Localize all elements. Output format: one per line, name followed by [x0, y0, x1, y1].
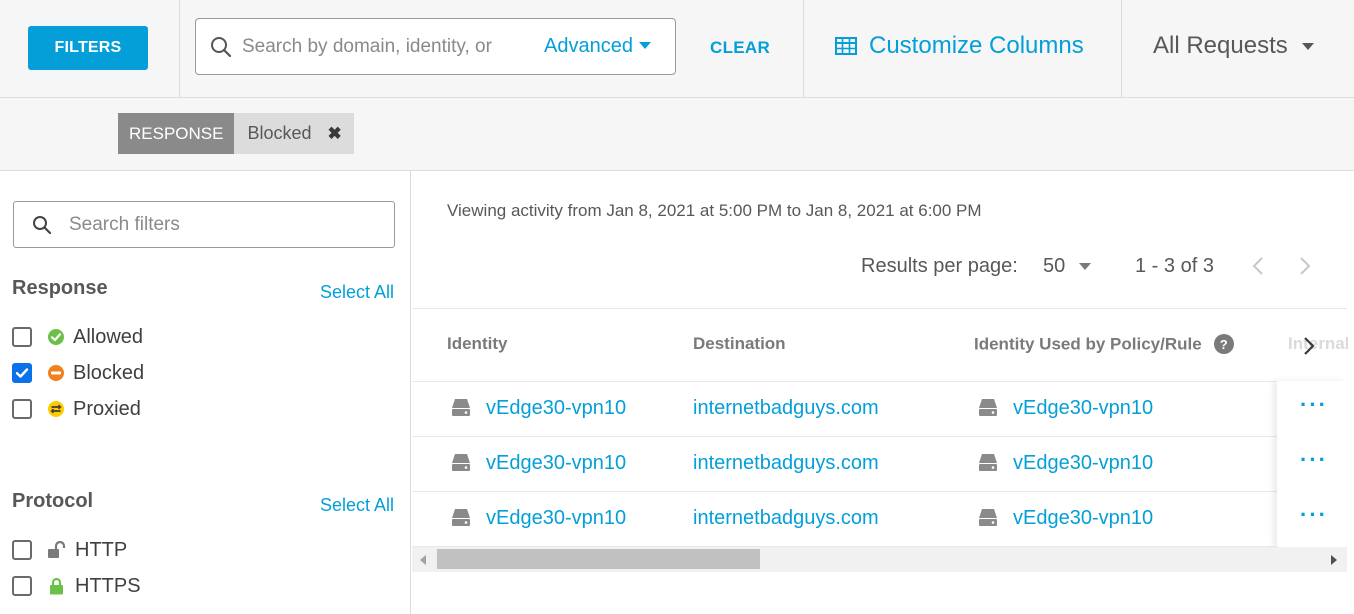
search-input[interactable] — [242, 29, 530, 65]
column-header-identity[interactable]: Identity — [447, 334, 507, 354]
advanced-search-dropdown[interactable]: Advanced — [544, 35, 651, 58]
chevron-down-icon — [1079, 263, 1092, 270]
protocol-select-all-link[interactable]: Select All — [320, 495, 394, 516]
policy-identity-link[interactable]: vEdge30-vpn10 — [1013, 507, 1153, 530]
more-actions-icon[interactable]: ··· — [1300, 447, 1328, 473]
toolbar-divider — [803, 0, 804, 97]
http-checkbox[interactable] — [12, 540, 32, 560]
server-icon — [979, 399, 997, 416]
horizontal-scrollbar[interactable] — [412, 547, 1347, 572]
response-section-title: Response — [12, 277, 108, 299]
allowed-checkbox[interactable] — [12, 327, 32, 347]
minus-circle-icon — [48, 365, 64, 381]
filter-option-https: HTTPS — [12, 574, 141, 598]
search-filters-box — [13, 201, 395, 248]
identity-link[interactable]: vEdge30-vpn10 — [486, 452, 626, 475]
protocol-section-title: Protocol — [12, 490, 94, 512]
column-header-destination[interactable]: Destination — [693, 334, 786, 354]
chevron-right-icon[interactable] — [1297, 254, 1313, 278]
policy-identity-link[interactable]: vEdge30-vpn10 — [1013, 397, 1153, 420]
search-box: Advanced — [195, 18, 676, 75]
destination-link[interactable]: internetbadguys.com — [693, 507, 879, 530]
more-actions-icon[interactable]: ··· — [1300, 392, 1328, 418]
more-actions-icon[interactable]: ··· — [1300, 502, 1328, 528]
request-scope-dropdown[interactable]: All Requests — [1153, 32, 1314, 60]
results-per-page-dropdown[interactable]: 50 — [1043, 255, 1092, 278]
server-icon — [452, 454, 470, 471]
search-icon — [33, 216, 52, 235]
filters-sidebar: Response Select All Allowed Blocked Prox… — [0, 171, 411, 614]
filter-option-http: HTTP — [12, 538, 127, 562]
lock-icon — [50, 577, 63, 595]
allowed-label: Allowed — [73, 325, 144, 348]
column-header-policy-identity-label: Identity Used by Policy/Rule — [974, 334, 1202, 354]
filter-chip-key: RESPONSE — [118, 113, 235, 154]
https-checkbox[interactable] — [12, 576, 32, 596]
destination-link[interactable]: internetbadguys.com — [693, 397, 879, 420]
proxied-label: Proxied — [73, 397, 141, 420]
destination-link[interactable]: internetbadguys.com — [693, 452, 879, 475]
filter-option-blocked: Blocked — [12, 361, 144, 385]
identity-link[interactable]: vEdge30-vpn10 — [486, 397, 626, 420]
https-label: HTTPS — [75, 574, 141, 597]
scroll-left-arrow-icon[interactable] — [420, 555, 426, 565]
identity-link[interactable]: vEdge30-vpn10 — [486, 507, 626, 530]
table-icon — [835, 37, 857, 55]
chevron-down-icon — [1301, 42, 1314, 50]
top-toolbar: FILTERS Advanced CLEAR Customize Columns… — [0, 0, 1354, 98]
unlock-icon — [48, 541, 66, 558]
chevron-right-icon[interactable] — [1300, 333, 1318, 359]
filter-option-proxied: Proxied — [12, 397, 141, 421]
http-label: HTTP — [75, 538, 128, 561]
results-per-page-label: Results per page: — [861, 255, 1018, 277]
search-icon — [211, 37, 232, 58]
search-filters-input[interactable] — [69, 211, 369, 239]
customize-columns-label: Customize Columns — [869, 32, 1084, 59]
policy-identity-link[interactable]: vEdge30-vpn10 — [1013, 452, 1153, 475]
checkmark-icon — [15, 368, 29, 378]
viewing-range-text: Viewing activity from Jan 8, 2021 at 5:0… — [447, 201, 982, 220]
server-icon — [452, 509, 470, 526]
blocked-label: Blocked — [73, 361, 145, 384]
table-top-border — [412, 308, 1347, 309]
scroll-right-arrow-icon[interactable] — [1331, 555, 1337, 565]
proxied-checkbox[interactable] — [12, 399, 32, 419]
scrollbar-thumb[interactable] — [437, 549, 760, 569]
pagination-range: 1 - 3 of 3 — [1135, 255, 1214, 277]
request-scope-label: All Requests — [1153, 32, 1288, 59]
row-divider — [412, 436, 1347, 437]
column-header-internal[interactable]: Internal — [1288, 334, 1348, 354]
response-select-all-link[interactable]: Select All — [320, 282, 394, 303]
filters-button[interactable]: FILTERS — [28, 26, 148, 70]
column-header-policy-identity[interactable]: Identity Used by Policy/Rule? — [974, 334, 1234, 355]
chevron-down-icon — [638, 42, 651, 49]
proxy-arrows-icon — [48, 401, 64, 417]
server-icon — [979, 454, 997, 471]
filter-option-allowed: Allowed — [12, 325, 143, 349]
active-filters-bar: RESPONSE Blocked ✖ — [0, 98, 1354, 171]
toolbar-divider — [1121, 0, 1122, 97]
toolbar-divider — [179, 0, 180, 97]
results-per-page-value: 50 — [1043, 255, 1066, 277]
server-icon — [452, 399, 470, 416]
filter-chip-value-label: Blocked — [247, 123, 312, 143]
close-icon[interactable]: ✖ — [328, 124, 342, 144]
clear-button[interactable]: CLEAR — [710, 38, 770, 58]
server-icon — [979, 509, 997, 526]
customize-columns-button[interactable]: Customize Columns — [835, 32, 1084, 60]
check-circle-icon — [48, 329, 64, 345]
row-divider — [412, 381, 1347, 382]
filter-chip: RESPONSE Blocked ✖ — [118, 113, 354, 154]
chevron-left-icon[interactable] — [1250, 254, 1266, 278]
advanced-label: Advanced — [544, 35, 633, 57]
filter-chip-value: Blocked ✖ — [234, 113, 354, 154]
blocked-checkbox[interactable] — [12, 363, 32, 383]
row-divider — [412, 491, 1347, 492]
help-icon[interactable]: ? — [1213, 334, 1234, 354]
